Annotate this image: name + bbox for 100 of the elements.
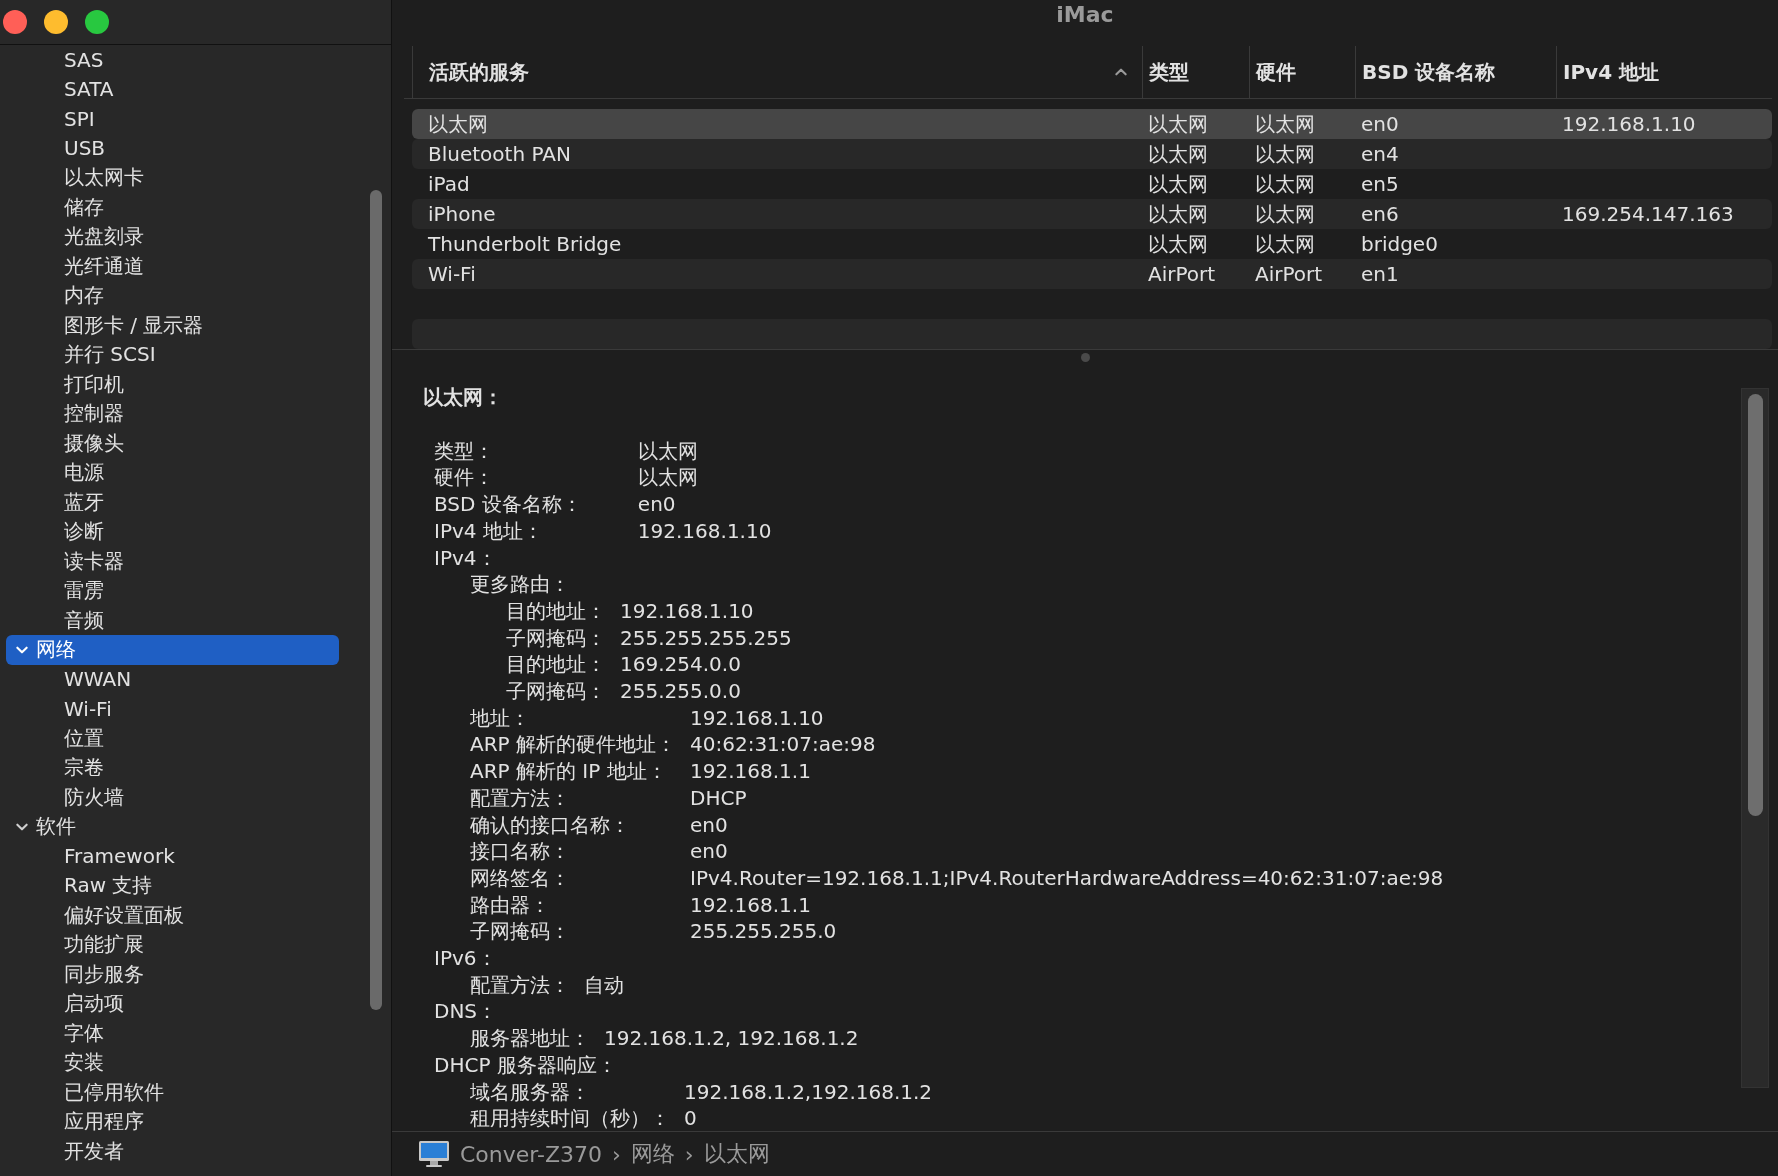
table-row[interactable]: iPhone 以太网 以太网 en6 169.254.147.163: [412, 199, 1772, 229]
sidebar-item[interactable]: 功能扩展: [6, 930, 339, 960]
field-label: 接口名称：: [470, 838, 571, 865]
sidebar-item[interactable]: 网络: [6, 635, 339, 665]
field-label: 子网掩码：: [470, 918, 571, 946]
sidebar-item[interactable]: 安装: [6, 1048, 339, 1078]
table-row[interactable]: Wi-Fi AirPort AirPort en1: [412, 259, 1772, 289]
sidebar-item[interactable]: 读卡器: [6, 546, 339, 576]
field-label: 更多路由：: [470, 571, 571, 598]
field-label: 类型：: [434, 437, 495, 465]
table-cell-text: en4: [1360, 142, 1400, 166]
field-label: 租用持续时间（秒）：: [470, 1105, 670, 1131]
field-value: DHCP: [690, 784, 748, 812]
column-header[interactable]: BSD 设备名称: [1355, 46, 1556, 98]
zoom-button[interactable]: [85, 10, 109, 34]
breadcrumb-item[interactable]: Conver-Z370: [460, 1141, 602, 1167]
table-cell-text: 以太网: [1147, 140, 1209, 168]
field-label: 路由器：: [470, 891, 551, 919]
sidebar-item[interactable]: 字体: [6, 1018, 339, 1048]
field-value: 255.255.255.0: [690, 918, 838, 946]
sidebar-item[interactable]: 雷雳: [6, 576, 339, 606]
sidebar-item[interactable]: 诊断: [6, 517, 339, 547]
table-cell-text: en1: [1360, 262, 1400, 286]
sidebar-item[interactable]: 蓝牙: [6, 487, 339, 517]
sidebar-item[interactable]: 宗卷: [6, 753, 339, 783]
field-value: 192.168.1.2, 192.168.1.2: [604, 1025, 859, 1052]
field-value: 40:62:31:07:ae:98: [690, 731, 877, 759]
column-header[interactable]: IPv4 地址: [1556, 46, 1772, 98]
field-value: 192.168.1.1: [690, 758, 812, 785]
field-label: IPv4：: [434, 544, 498, 572]
field-value: 以太网: [637, 464, 699, 492]
column-header[interactable]: 活跃的服务: [412, 46, 1142, 98]
field-label: 网络签名：: [470, 864, 571, 892]
sidebar-item[interactable]: 并行 SCSI: [6, 340, 339, 370]
field-value: 192.168.1.10: [637, 517, 772, 545]
field-label: DNS：: [434, 998, 499, 1026]
table-cell-text: iPad: [427, 172, 471, 196]
field-value: 以太网: [637, 437, 699, 465]
field-label: BSD 设备名称：: [434, 491, 582, 518]
field-value: 192.168.1.10: [620, 597, 755, 625]
sidebar-item[interactable]: 偏好设置面板: [6, 900, 339, 930]
table-cell-text: iPhone: [427, 202, 497, 226]
sidebar-item[interactable]: WWAN: [6, 664, 339, 694]
sidebar-item[interactable]: 图形卡 / 显示器: [6, 310, 339, 340]
table-row[interactable]: Thunderbolt Bridge 以太网 以太网 bridge0: [412, 229, 1772, 259]
sidebar-item[interactable]: 储存: [6, 192, 339, 222]
sidebar-item[interactable]: SAS: [6, 45, 339, 75]
sidebar-item[interactable]: 电源: [6, 458, 339, 488]
table-cell-text: bridge0: [1360, 232, 1439, 256]
field-value: 192.168.1.1: [690, 891, 812, 919]
table-cell-text: 以太网: [1254, 200, 1316, 228]
table-row[interactable]: 以太网 以太网 以太网 en0 192.168.1.10: [412, 109, 1772, 139]
sidebar-item[interactable]: 同步服务: [6, 959, 339, 989]
window-title: iMac: [1056, 2, 1114, 27]
sidebar-item[interactable]: 软件: [6, 812, 339, 842]
table-row[interactable]: iPad 以太网 以太网 en5: [412, 169, 1772, 199]
field-value: IPv4.Router=192.168.1.1;IPv4.RouterHardwareAddress=40:62:31:07:ae:98: [690, 864, 1444, 892]
table-row[interactable]: Bluetooth PAN 以太网 以太网 en4: [412, 139, 1772, 169]
sidebar-item[interactable]: 光盘刻录: [6, 222, 339, 252]
scrollbar-thumb[interactable]: [370, 190, 382, 1010]
field-label: 配置方法：: [470, 971, 570, 999]
sidebar-item[interactable]: Wi-Fi: [6, 694, 339, 724]
breadcrumb-item[interactable]: 网络: [630, 1139, 675, 1169]
table-cell-text: Wi-Fi: [427, 262, 477, 286]
table-cell-text: 169.254.147.163: [1561, 202, 1735, 226]
sidebar-item[interactable]: Framework: [6, 841, 339, 871]
table-cell-text: 以太网: [1147, 170, 1209, 198]
sidebar-item[interactable]: Raw 支持: [6, 871, 339, 901]
sidebar-item[interactable]: 以太网卡: [6, 163, 339, 193]
field-value: 255.255.0.0: [620, 678, 742, 705]
sidebar-item[interactable]: 摄像头: [6, 428, 339, 458]
sidebar-item[interactable]: 音频: [6, 605, 339, 635]
sidebar-item[interactable]: 光纤通道: [6, 251, 339, 281]
sidebar-item[interactable]: SPI: [6, 104, 339, 134]
sidebar-item[interactable]: 内存: [6, 281, 339, 311]
minimize-button[interactable]: [44, 10, 68, 34]
sidebar-item[interactable]: USB: [6, 133, 339, 163]
column-header[interactable]: 硬件: [1249, 46, 1355, 98]
sidebar-item[interactable]: 位置: [6, 723, 339, 753]
sidebar-item[interactable]: 控制器: [6, 399, 339, 429]
sidebar-item[interactable]: 已停用软件: [6, 1077, 339, 1107]
sidebar-item[interactable]: 开发者: [6, 1136, 339, 1166]
sidebar-item[interactable]: 防火墙: [6, 782, 339, 812]
sidebar-item[interactable]: SATA: [6, 74, 339, 104]
section-heading: 以太网：: [423, 384, 504, 411]
close-button[interactable]: [3, 10, 27, 34]
sidebar-item[interactable]: 应用程序: [6, 1107, 339, 1137]
breadcrumb-item[interactable]: 以太网: [703, 1139, 770, 1169]
table-cell-text: 以太网: [1254, 140, 1316, 168]
table-cell-text: 192.168.1.10: [1561, 112, 1697, 136]
sidebar-item[interactable]: 启动项: [6, 989, 339, 1019]
scrollbar-thumb[interactable]: [1747, 394, 1763, 816]
field-label: ARP 解析的硬件地址：: [470, 731, 676, 759]
field-label: 配置方法：: [470, 784, 571, 812]
splitter-handle[interactable]: [1080, 352, 1090, 362]
table-cell-text: 以太网: [427, 110, 489, 138]
column-header[interactable]: 类型: [1142, 46, 1249, 98]
sidebar-item[interactable]: 打印机: [6, 369, 339, 399]
separator-chevron: ›: [611, 1141, 621, 1167]
field-label: IPv6：: [434, 945, 498, 972]
